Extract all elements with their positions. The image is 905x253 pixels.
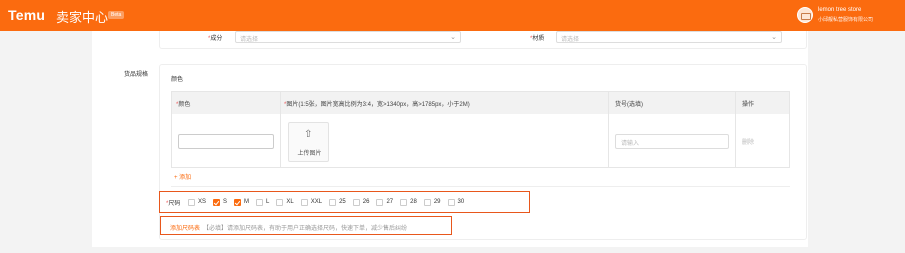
color-title: 颜色 — [171, 77, 184, 83]
checkbox[interactable] — [352, 198, 360, 206]
size-option-xs[interactable]: XS — [188, 198, 206, 206]
size-chart-hint-text: 【必填】请添加尺码表，有助于用户正确选择尺码，快速下单，减少售后纠纷 — [203, 226, 408, 232]
checkbox[interactable] — [234, 198, 242, 206]
sku-input[interactable]: 请输入 — [615, 134, 729, 149]
checkbox[interactable] — [400, 198, 408, 206]
app-title: 卖家中心 — [56, 10, 109, 25]
temu-logo[interactable]: Temu — [8, 7, 45, 23]
field1-placeholder: 请选择 — [240, 37, 259, 43]
field1-select[interactable]: 请选择 ⌄ — [235, 31, 461, 43]
table-header: *颜色 *图片(1:5张，图片宽高比例为3:4，宽>1340px，高>1785p… — [172, 92, 789, 114]
size-options: XS S M L XL XXL 25 26 27 28 29 30 — [188, 196, 471, 208]
size-option-29[interactable]: 29 — [423, 198, 441, 206]
size-chart-hint: 添加尺码表 【必填】请添加尺码表，有助于用户正确选择尺码，快速下单，减少售后纠纷 — [160, 216, 452, 235]
beta-badge: Beta — [108, 11, 125, 19]
size-option-26[interactable]: 26 — [352, 198, 369, 206]
field1-label: *成分 — [208, 36, 223, 42]
checkbox[interactable] — [188, 198, 195, 206]
divider — [171, 186, 790, 187]
chevron-down-icon: ⌄ — [771, 34, 777, 41]
size-option-30[interactable]: 30 — [447, 198, 464, 206]
size-option-l[interactable]: L — [256, 198, 269, 206]
field2-select[interactable]: 请选择 ⌄ — [556, 31, 782, 43]
checkbox[interactable] — [256, 198, 264, 206]
color-input[interactable] — [178, 134, 274, 149]
add-color-button[interactable]: + 添加 — [174, 172, 191, 181]
add-size-chart-link[interactable]: 添加尺码表 — [170, 223, 200, 232]
spec-section-label: 货品规格 — [124, 72, 149, 78]
size-option-m[interactable]: M — [234, 198, 249, 206]
checkbox[interactable] — [329, 198, 337, 206]
col-color: *颜色 — [176, 102, 191, 108]
upload-image-button[interactable]: ⇧ 上传图片 — [288, 122, 329, 162]
checkbox[interactable] — [376, 198, 384, 206]
store-name[interactable]: lemon tree store — [818, 7, 861, 13]
size-option-xl[interactable]: XL — [276, 198, 294, 206]
size-option-xxl[interactable]: XXL — [300, 198, 322, 206]
column-divider — [608, 92, 609, 167]
upload-icon: ⇧ — [304, 129, 313, 140]
col-sku: 货号(选填) — [615, 102, 643, 108]
checkbox[interactable] — [300, 198, 308, 206]
delete-button[interactable]: 删除 — [742, 137, 754, 146]
checkbox[interactable] — [423, 198, 431, 206]
spec-table: *颜色 *图片(1:5张，图片宽高比例为3:4，宽>1340px，高>1785p… — [171, 91, 790, 168]
sku-placeholder: 请输入 — [621, 141, 640, 147]
chevron-down-icon: ⌄ — [450, 34, 456, 41]
size-option-s[interactable]: S — [213, 198, 227, 206]
checkbox[interactable] — [447, 198, 455, 206]
store-company: 小邱靓私营服饰有限公司 — [818, 17, 874, 23]
upload-label: 上传图片 — [297, 151, 322, 157]
column-divider — [735, 92, 736, 167]
size-option-25[interactable]: 25 — [329, 198, 346, 206]
field2-placeholder: 请选择 — [561, 37, 580, 43]
checkbox[interactable] — [276, 198, 284, 206]
store-avatar-icon[interactable] — [797, 7, 813, 23]
size-option-28[interactable]: 28 — [400, 198, 417, 206]
field2-label: *材质 — [530, 36, 545, 42]
col-image: *图片(1:5张，图片宽高比例为3:4，宽>1340px，高>1785px，小于… — [284, 102, 470, 108]
size-selector: *尺码 XS S M L XL XXL 25 26 27 28 29 30 — [159, 191, 530, 213]
checkbox[interactable] — [213, 198, 221, 206]
column-divider — [280, 92, 281, 167]
top-bar: Temu 卖家中心 Beta lemon tree store 小邱靓私营服饰有… — [0, 0, 905, 31]
col-action: 操作 — [742, 102, 755, 108]
size-label: *尺码 — [166, 201, 181, 207]
size-option-27[interactable]: 27 — [376, 198, 393, 206]
